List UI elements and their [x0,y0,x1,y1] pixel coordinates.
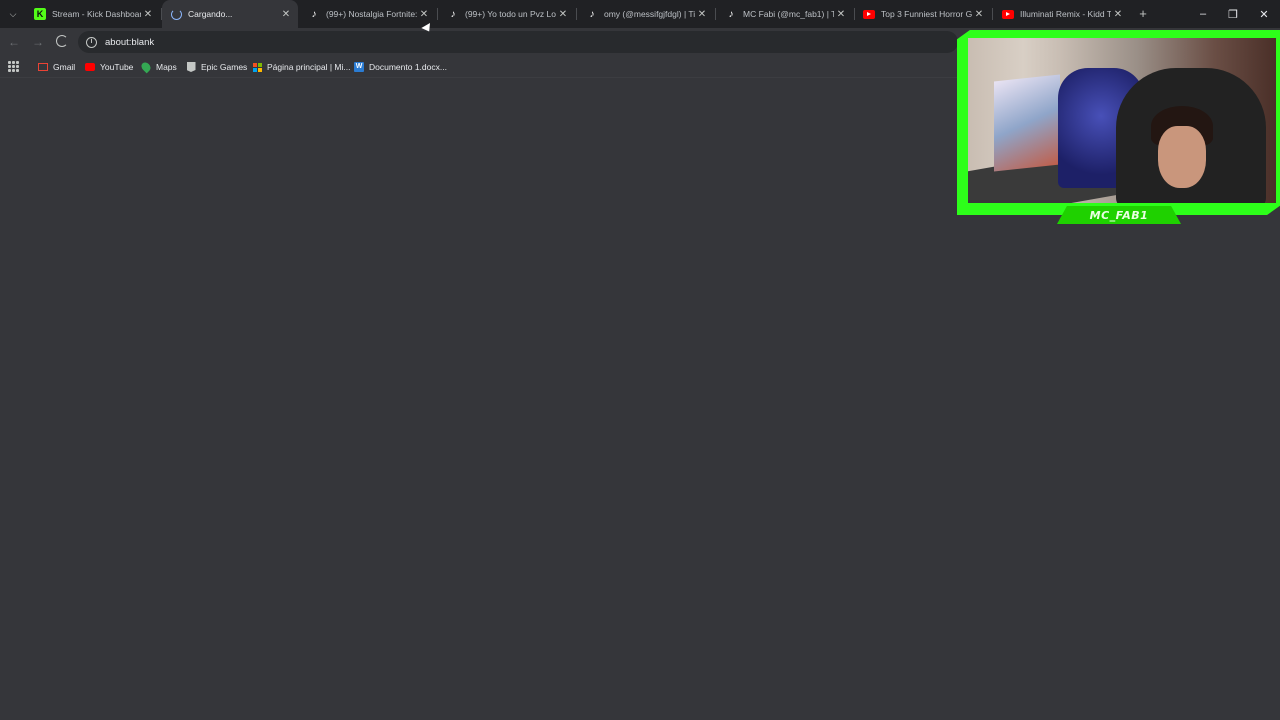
tab-youtube-illuminati[interactable]: Illuminati Remix - Kidd Te ✕ [994,0,1130,28]
close-window-icon[interactable]: ✕ [1249,0,1279,28]
youtube-icon [85,62,95,72]
forward-button[interactable]: → [29,33,47,51]
tab-tiktok-omy[interactable]: ♪ omy (@messifgjfdgl) | Tik ✕ [578,0,714,28]
close-icon[interactable]: ✕ [834,7,848,21]
loading-spinner-icon [170,8,182,20]
tiktok-icon: ♪ [589,8,595,20]
maps-icon [139,60,153,74]
close-icon[interactable]: ✕ [556,7,570,21]
webcam-nameplate: MC_FAB1 [1057,206,1181,224]
new-tab-button[interactable]: + [1135,5,1151,21]
tab-loading[interactable]: Cargando... ✕ [162,0,298,28]
bookmark-label: Documento 1.docx... [369,62,447,72]
tab-title: Top 3 Funniest Horror Ga [881,9,972,19]
address-bar[interactable]: i about:blank [78,31,958,53]
site-info-icon[interactable]: i [86,36,97,48]
tab-title: (99+) Nostalgia Fortnite: R [326,9,417,19]
bookmark-label: Epic Games [201,62,248,72]
bookmark-gmail[interactable]: Gmail [38,59,75,75]
apps-grid-icon[interactable] [8,61,19,72]
microsoft-icon [252,62,262,72]
tiktok-icon: ♪ [450,8,456,20]
epic-games-icon [186,62,196,72]
bookmark-epic-games[interactable]: Epic Games [186,59,247,75]
bookmark-label: YouTube [100,62,134,72]
bookmark-label: Maps [156,62,177,72]
bookmark-word-document[interactable]: W Documento 1.docx... [354,59,447,75]
bookmark-maps[interactable]: Maps [139,59,177,75]
webcam-feed [968,38,1276,203]
tab-separator [992,8,993,20]
tab-separator [576,8,577,20]
bookmark-label: Página principal | Mi... [267,62,351,72]
webcam-accent [1179,208,1209,211]
tiktok-icon: ♪ [728,8,734,20]
tab-title: Cargando... [188,9,233,19]
tab-tiktok-pvz[interactable]: ♪ (99+) Yo todo un Pvz Love ✕ [439,0,575,28]
tab-youtube-horror[interactable]: Top 3 Funniest Horror Ga ✕ [855,0,991,28]
back-button[interactable]: ← [5,33,23,51]
bookmark-label: Gmail [53,62,76,72]
close-icon[interactable]: ✕ [417,7,431,21]
gmail-icon [38,62,48,72]
webcam-overlay: MC_FAB1 [957,30,1280,225]
youtube-icon [1002,8,1014,20]
tab-title: (99+) Yo todo un Pvz Love [465,9,556,19]
webcam-poster [994,74,1060,172]
tab-search-icon[interactable]: ⌵ [4,5,22,23]
tab-tiktok-mcfabi[interactable]: ♪ MC Fabi (@mc_fab1) | Tik ✕ [717,0,853,28]
close-icon[interactable]: ✕ [972,7,986,21]
close-icon[interactable]: ✕ [141,7,155,21]
minimize-icon[interactable]: – [1188,0,1218,28]
url-text[interactable]: about:blank [105,37,154,48]
webcam-face [1158,126,1206,188]
streamer-name: MC_FAB1 [1089,208,1149,222]
tab-title: MC Fabi (@mc_fab1) | Tik [743,9,834,19]
tab-title: Stream - Kick Dashboard [52,9,141,19]
tab-separator [437,8,438,20]
tab-strip: ⌵ K Stream - Kick Dashboard ✕ Cargando..… [0,0,1280,28]
youtube-icon [863,8,875,20]
restore-icon[interactable]: ❐ [1218,0,1248,28]
bookmark-microsoft[interactable]: Página principal | Mi... [252,59,350,75]
stop-loading-icon[interactable] [56,35,68,47]
bookmark-youtube[interactable]: YouTube [85,59,133,75]
close-icon[interactable]: ✕ [695,7,709,21]
webcam-accent [1029,208,1059,211]
kick-icon: K [34,8,46,20]
tab-title: omy (@messifgjfdgl) | Tik [604,9,695,19]
close-icon[interactable]: ✕ [279,7,293,21]
tiktok-icon: ♪ [311,8,317,20]
tab-title: Illuminati Remix - Kidd Te [1020,9,1111,19]
tab-separator [715,8,716,20]
tab-kick-dashboard[interactable]: K Stream - Kick Dashboard ✕ [26,0,160,28]
tab-tiktok-nostalgia[interactable]: ♪ (99+) Nostalgia Fortnite: R ✕ [300,0,436,28]
close-icon[interactable]: ✕ [1111,7,1125,21]
word-icon: W [354,62,364,72]
browser-window: ⌵ K Stream - Kick Dashboard ✕ Cargando..… [0,0,1280,720]
